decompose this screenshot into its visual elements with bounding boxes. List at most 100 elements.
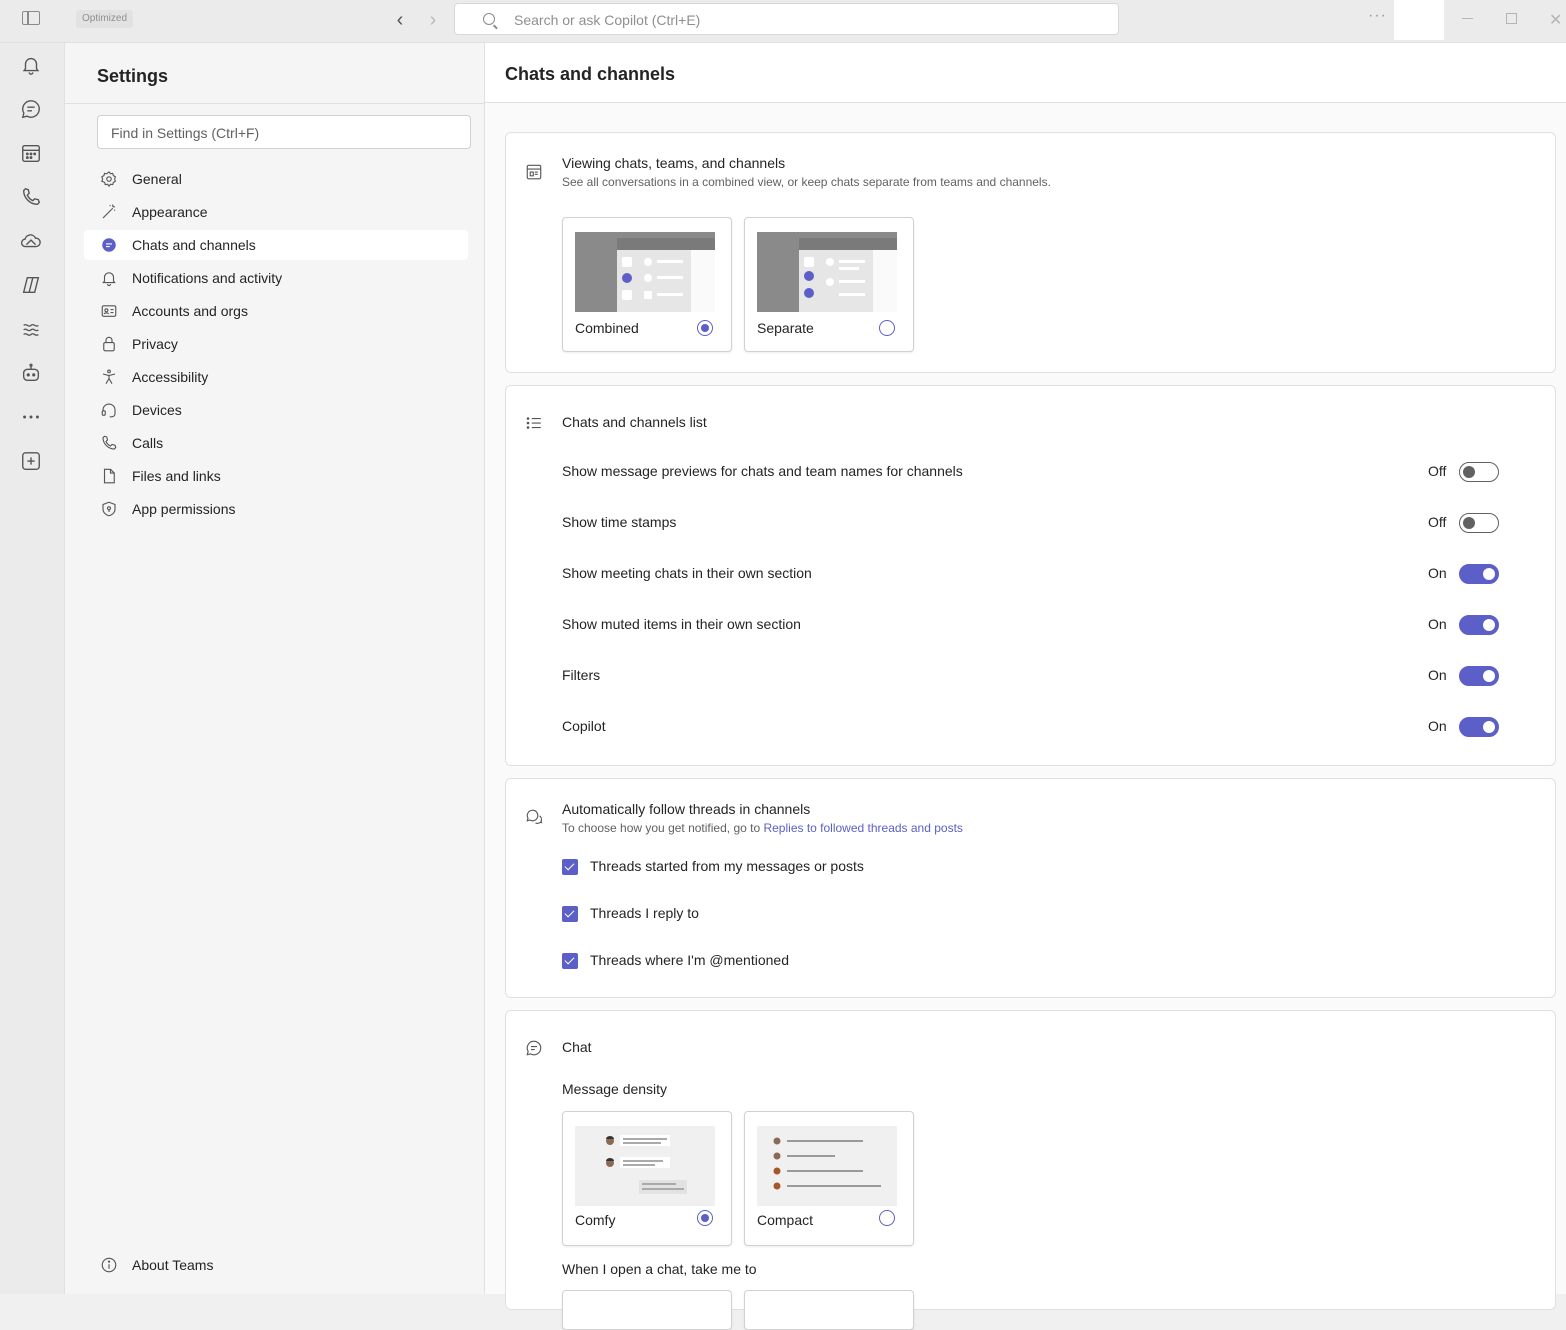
maximize-button[interactable] [1506, 13, 1517, 24]
accessibility-icon [100, 368, 118, 386]
compact-radio[interactable] [879, 1210, 895, 1226]
viva-icon[interactable] [18, 316, 44, 342]
message-previews-row: Show message previews for chats and team… [562, 460, 1502, 484]
layout-icon [525, 163, 543, 181]
option-label: Combined [575, 320, 639, 336]
settings-title: Settings [97, 66, 169, 86]
open-chat-label: When I open a chat, take me to [562, 1261, 757, 1277]
sidebar-item-general[interactable]: General [84, 164, 468, 194]
threads-icon [525, 808, 543, 826]
toggle-state: On [1428, 667, 1447, 683]
toggle-label: Show meeting chats in their own section [562, 565, 812, 581]
activity-icon[interactable] [18, 52, 44, 78]
toggle-state: On [1428, 616, 1447, 632]
sidebar-item-accessibility[interactable]: Accessibility [84, 362, 468, 392]
minimize-button[interactable] [1462, 18, 1473, 19]
onedrive-icon[interactable] [18, 228, 44, 254]
comfy-radio[interactable] [697, 1210, 713, 1226]
search-icon [483, 13, 495, 25]
combined-option[interactable]: Combined [562, 217, 732, 352]
sidebar-item-files-and-links[interactable]: Files and links [84, 461, 468, 491]
message-previews-toggle[interactable] [1459, 462, 1499, 482]
option-label: Separate [757, 320, 814, 336]
calls-icon[interactable] [18, 184, 44, 210]
comfy-preview [575, 1126, 715, 1206]
toggle-label: Show time stamps [562, 514, 677, 530]
copilot-toggle[interactable] [1459, 717, 1499, 737]
toggle-sidebar-icon[interactable] [22, 11, 40, 25]
section-title: Chat [562, 1039, 592, 1055]
meeting-chats-row: Show meeting chats in their own section … [562, 562, 1502, 586]
viewing-section: Viewing chats, teams, and channels See a… [505, 132, 1556, 373]
replies-followed-threads-link[interactable]: Replies to followed threads and posts [763, 821, 962, 835]
filters-toggle[interactable] [1459, 666, 1499, 686]
about-teams-link[interactable]: About Teams [84, 1250, 468, 1280]
sidebar-item-notifications[interactable]: Notifications and activity [84, 263, 468, 293]
chat-section: Chat Message density Comfy Compact When … [505, 1010, 1556, 1330]
sidebar-item-privacy[interactable]: Privacy [84, 329, 468, 359]
sidebar-item-label: Appearance [132, 204, 208, 220]
muted-items-toggle[interactable] [1459, 615, 1499, 635]
close-button[interactable]: ✕ [1549, 10, 1562, 30]
section-subtitle: See all conversations in a combined view… [562, 175, 1051, 189]
sidebar-item-label: Notifications and activity [132, 270, 283, 286]
info-icon [100, 1256, 118, 1274]
add-apps-icon[interactable] [18, 448, 44, 474]
back-button[interactable]: ‹ [388, 8, 412, 32]
bot-icon[interactable] [18, 360, 44, 386]
chat-icon [525, 1039, 543, 1057]
copilot-icon[interactable] [18, 272, 44, 298]
sidebar-item-accounts[interactable]: Accounts and orgs [84, 296, 468, 326]
sidebar-item-calls[interactable]: Calls [84, 428, 468, 458]
separate-radio[interactable] [879, 320, 895, 336]
more-apps-icon[interactable] [18, 404, 44, 430]
gear-icon [100, 170, 118, 188]
sidebar-item-chats-and-channels[interactable]: Chats and channels [84, 230, 468, 260]
toggle-state: On [1428, 565, 1447, 581]
id-card-icon [100, 302, 118, 320]
chat-bubble-icon [100, 236, 118, 254]
checkbox-label: Threads I reply to [590, 905, 699, 921]
calendar-icon[interactable] [18, 140, 44, 166]
meeting-chats-toggle[interactable] [1459, 564, 1499, 584]
toggle-label: Copilot [562, 718, 606, 734]
sidebar-item-devices[interactable]: Devices [84, 395, 468, 425]
section-subtitle: To choose how you get notified, go to Re… [562, 821, 963, 835]
sidebar-item-label: App permissions [132, 501, 236, 517]
toggle-label: Show message previews for chats and team… [562, 463, 963, 479]
sidebar-item-appearance[interactable]: Appearance [84, 197, 468, 227]
compact-preview [757, 1126, 897, 1206]
open-chat-option-2[interactable] [744, 1290, 914, 1330]
content-header: Chats and channels [485, 43, 1566, 103]
more-options-button[interactable]: ··· [1368, 7, 1387, 25]
search-input[interactable]: Search or ask Copilot (Ctrl+E) [454, 3, 1119, 35]
document-icon [100, 467, 118, 485]
bell-icon [100, 269, 118, 287]
combined-preview [575, 232, 715, 312]
combined-radio[interactable] [697, 320, 713, 336]
sidebar-item-label: Calls [132, 435, 164, 451]
sidebar-item-label: Privacy [132, 336, 178, 352]
comfy-option[interactable]: Comfy [562, 1111, 732, 1246]
filters-row: Filters On [562, 664, 1502, 688]
sidebar-item-label: Accessibility [132, 369, 209, 385]
find-in-settings-input[interactable]: Find in Settings (Ctrl+F) [97, 115, 471, 149]
separate-option[interactable]: Separate [744, 217, 914, 352]
option-label: Compact [757, 1212, 814, 1228]
about-label: About Teams [132, 1257, 214, 1273]
chat-icon[interactable] [18, 96, 44, 122]
optimized-badge: Optimized [76, 10, 134, 28]
section-title: Viewing chats, teams, and channels [562, 155, 786, 171]
section-title: Chats and channels list [562, 414, 707, 430]
profile-area[interactable] [1394, 0, 1444, 40]
compact-option[interactable]: Compact [744, 1111, 914, 1246]
forward-button[interactable]: › [421, 8, 445, 32]
checkbox[interactable] [562, 953, 578, 969]
checkbox[interactable] [562, 859, 578, 875]
checkbox[interactable] [562, 906, 578, 922]
title-bar: Optimized ‹ › Search or ask Copilot (Ctr… [0, 0, 1566, 43]
headset-icon [100, 401, 118, 419]
open-chat-option-1[interactable] [562, 1290, 732, 1330]
time-stamps-toggle[interactable] [1459, 513, 1499, 533]
sidebar-item-app-permissions[interactable]: App permissions [84, 494, 468, 524]
